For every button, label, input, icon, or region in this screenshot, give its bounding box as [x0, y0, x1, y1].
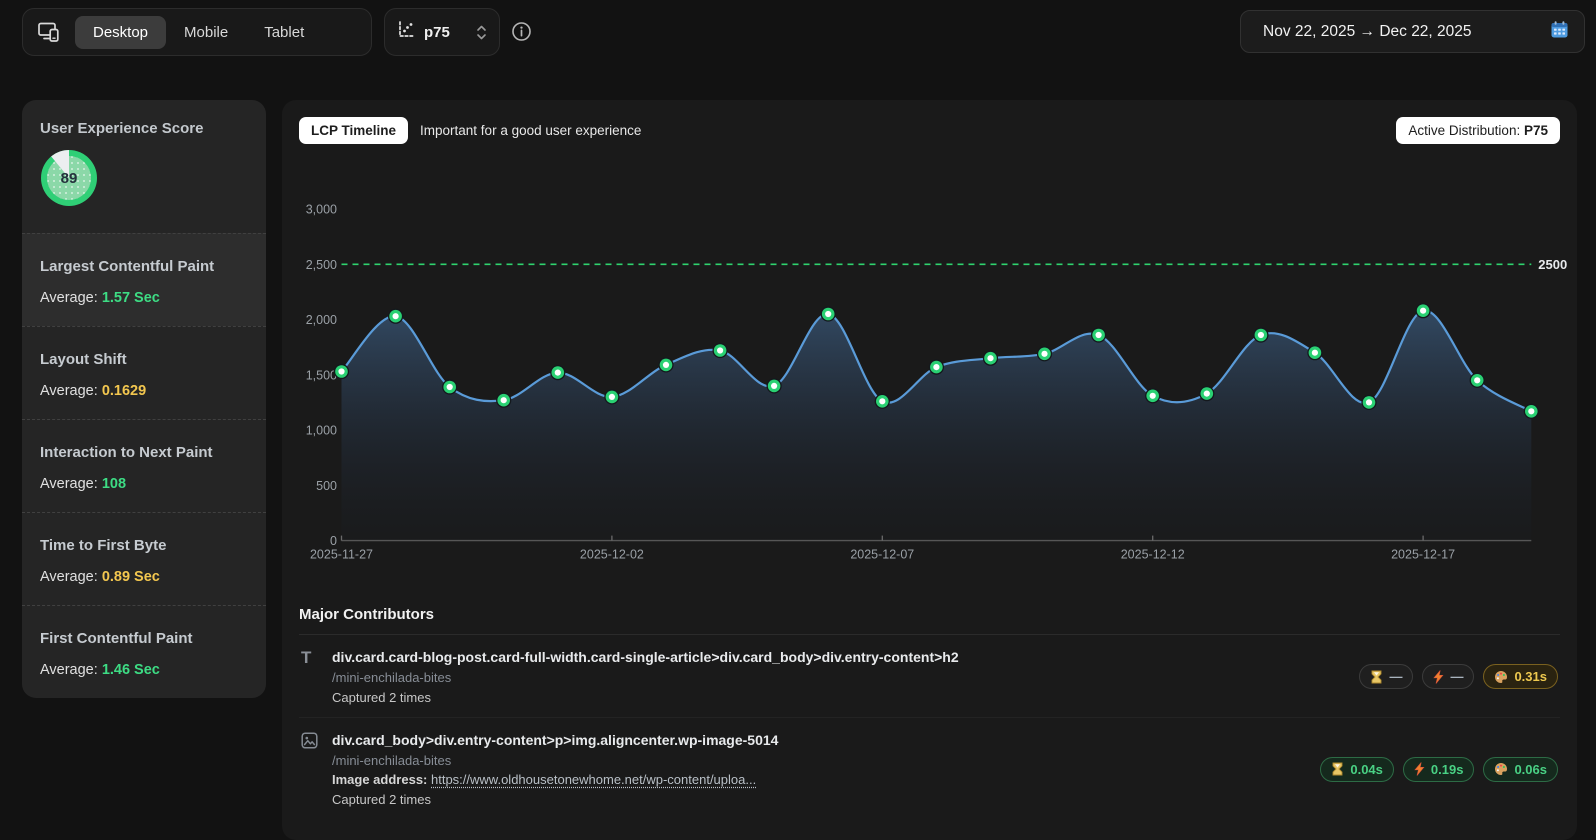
metric-name: First Contentful Paint — [40, 630, 248, 647]
contributor-captured: Captured 2 times — [332, 690, 1348, 705]
image-address-link[interactable]: https://www.oldhousetonewhome.net/wp-con… — [431, 772, 756, 787]
metric-item-layout-shift[interactable]: Layout Shift Average: 0.1629 — [22, 326, 266, 419]
image-element-icon — [301, 732, 318, 749]
metric-average-label: Average: — [40, 569, 102, 585]
metric-item-time-to-first-byte[interactable]: Time to First Byte Average: 0.89 Sec — [22, 512, 266, 605]
metric-item-first-contentful-paint[interactable]: First Contentful Paint Average: 1.46 Sec — [22, 605, 266, 698]
svg-text:89: 89 — [61, 170, 78, 187]
active-distribution-badge: Active Distribution: P75 — [1396, 117, 1560, 144]
contributor-selector: div.card.card-blog-post.card-full-width.… — [332, 648, 1348, 666]
svg-text:1,000: 1,000 — [306, 424, 337, 438]
metric-average-value: 1.46 Sec — [102, 662, 160, 678]
chart-header: LCP Timeline Important for a good user e… — [299, 117, 1560, 144]
metric-name: Time to First Byte — [40, 537, 248, 554]
date-range-text: Nov 22, 2025 → Dec 22, 2025 — [1263, 23, 1472, 41]
metric-average-value: 1.57 Sec — [102, 290, 160, 306]
info-icon[interactable] — [511, 21, 532, 42]
palette-metric-badge: 0.31s — [1483, 664, 1558, 689]
hourglass-metric-badge: 0.04s — [1320, 757, 1394, 782]
svg-text:2025-12-02: 2025-12-02 — [580, 548, 644, 562]
metric-average-value: 108 — [102, 476, 126, 492]
contributor-path: /mini-enchilada-bites — [332, 670, 1348, 685]
svg-text:2025-12-17: 2025-12-17 — [1391, 548, 1455, 562]
date-range-picker[interactable]: Nov 22, 2025 → Dec 22, 2025 — [1240, 10, 1585, 53]
distribution-select[interactable]: p75 — [384, 8, 500, 56]
contributor-row[interactable]: div.card_body>div.entry-content>p>img.al… — [299, 718, 1560, 819]
metric-average-label: Average: — [40, 290, 102, 306]
hourglass-metric-badge: — — [1359, 664, 1413, 689]
metric-list: Largest Contentful Paint Average: 1.57 S… — [22, 233, 266, 698]
tab-mobile[interactable]: Mobile — [166, 16, 246, 49]
contributor-image-address: Image address: https://www.oldhousetonew… — [332, 772, 1309, 787]
device-switcher: DesktopMobileTablet — [22, 8, 372, 56]
chart-title-badge: LCP Timeline — [299, 117, 408, 144]
contributor-badges: 0.04s 0.19s 0.06s — [1320, 757, 1558, 782]
devices-icon — [37, 21, 61, 43]
contributor-captured: Captured 2 times — [332, 792, 1309, 807]
svg-text:2,500: 2,500 — [306, 258, 337, 272]
lightning-metric-badge: 0.19s — [1403, 757, 1475, 782]
page: { "toolbar": { "device_tabs": [ { "label… — [0, 0, 1596, 840]
metric-average-label: Average: — [40, 383, 102, 399]
lcp-timeline-chart[interactable]: 0 500 1,000 1,500 2,000 2,500 3,000 2500 2025-11… — [282, 100, 1577, 585]
palette-icon — [1494, 762, 1508, 776]
svg-text:500: 500 — [316, 479, 337, 493]
svg-text:2025-12-12: 2025-12-12 — [1121, 548, 1185, 562]
percentile-chart-icon — [397, 20, 416, 44]
contributor-badges: — — 0.31s — [1359, 664, 1558, 689]
major-contributors-section: Major Contributors T div.card.card-blog-… — [299, 606, 1560, 819]
chart-subtitle: Important for a good user experience — [420, 123, 1384, 138]
svg-text:2,000: 2,000 — [306, 313, 337, 327]
svg-text:2500: 2500 — [1538, 257, 1567, 272]
metric-item-largest-contentful-paint[interactable]: Largest Contentful Paint Average: 1.57 S… — [22, 233, 266, 326]
hourglass-icon — [1370, 670, 1383, 684]
metric-average-value: 0.1629 — [102, 383, 146, 399]
metric-name: Layout Shift — [40, 351, 248, 368]
metric-name: Interaction to Next Paint — [40, 444, 248, 461]
svg-text:1,500: 1,500 — [306, 368, 337, 382]
device-tabs: DesktopMobileTablet — [75, 16, 322, 49]
text-element-icon: T — [301, 648, 311, 667]
metrics-sidebar: User Experience Score 89 Largest Content… — [22, 100, 266, 698]
tab-desktop[interactable]: Desktop — [75, 16, 166, 49]
metric-name: Largest Contentful Paint — [40, 258, 248, 275]
metric-average-label: Average: — [40, 662, 102, 678]
lcp-timeline-card: LCP Timeline Important for a good user e… — [282, 100, 1577, 840]
svg-text:2025-11-27: 2025-11-27 — [310, 548, 373, 562]
score-title: User Experience Score — [40, 120, 248, 137]
contributor-selector: div.card_body>div.entry-content>p>img.al… — [332, 731, 1309, 749]
metric-item-interaction-to-next-paint[interactable]: Interaction to Next Paint Average: 108 — [22, 419, 266, 512]
user-experience-score-section: User Experience Score 89 — [22, 100, 266, 233]
svg-text:3,000: 3,000 — [306, 203, 337, 217]
major-contributors-title: Major Contributors — [299, 606, 1560, 635]
chevron-updown-icon — [476, 25, 487, 40]
metric-average-value: 0.89 Sec — [102, 569, 160, 585]
svg-text:0: 0 — [330, 534, 337, 548]
score-gauge: 89 — [40, 149, 98, 207]
lightning-metric-badge: — — [1422, 664, 1474, 689]
tab-tablet[interactable]: Tablet — [246, 16, 322, 49]
palette-metric-badge: 0.06s — [1483, 757, 1558, 782]
palette-icon — [1494, 670, 1508, 684]
hourglass-icon — [1331, 762, 1344, 776]
contributor-row[interactable]: T div.card.card-blog-post.card-full-widt… — [299, 635, 1560, 718]
contributor-list: T div.card.card-blog-post.card-full-widt… — [299, 635, 1560, 819]
lightning-icon — [1433, 670, 1444, 684]
distribution-value: p75 — [424, 24, 450, 41]
lightning-icon — [1414, 762, 1425, 776]
metric-average-label: Average: — [40, 476, 102, 492]
svg-text:2025-12-07: 2025-12-07 — [850, 548, 914, 562]
calendar-icon — [1550, 20, 1569, 44]
contributor-path: /mini-enchilada-bites — [332, 753, 1309, 768]
